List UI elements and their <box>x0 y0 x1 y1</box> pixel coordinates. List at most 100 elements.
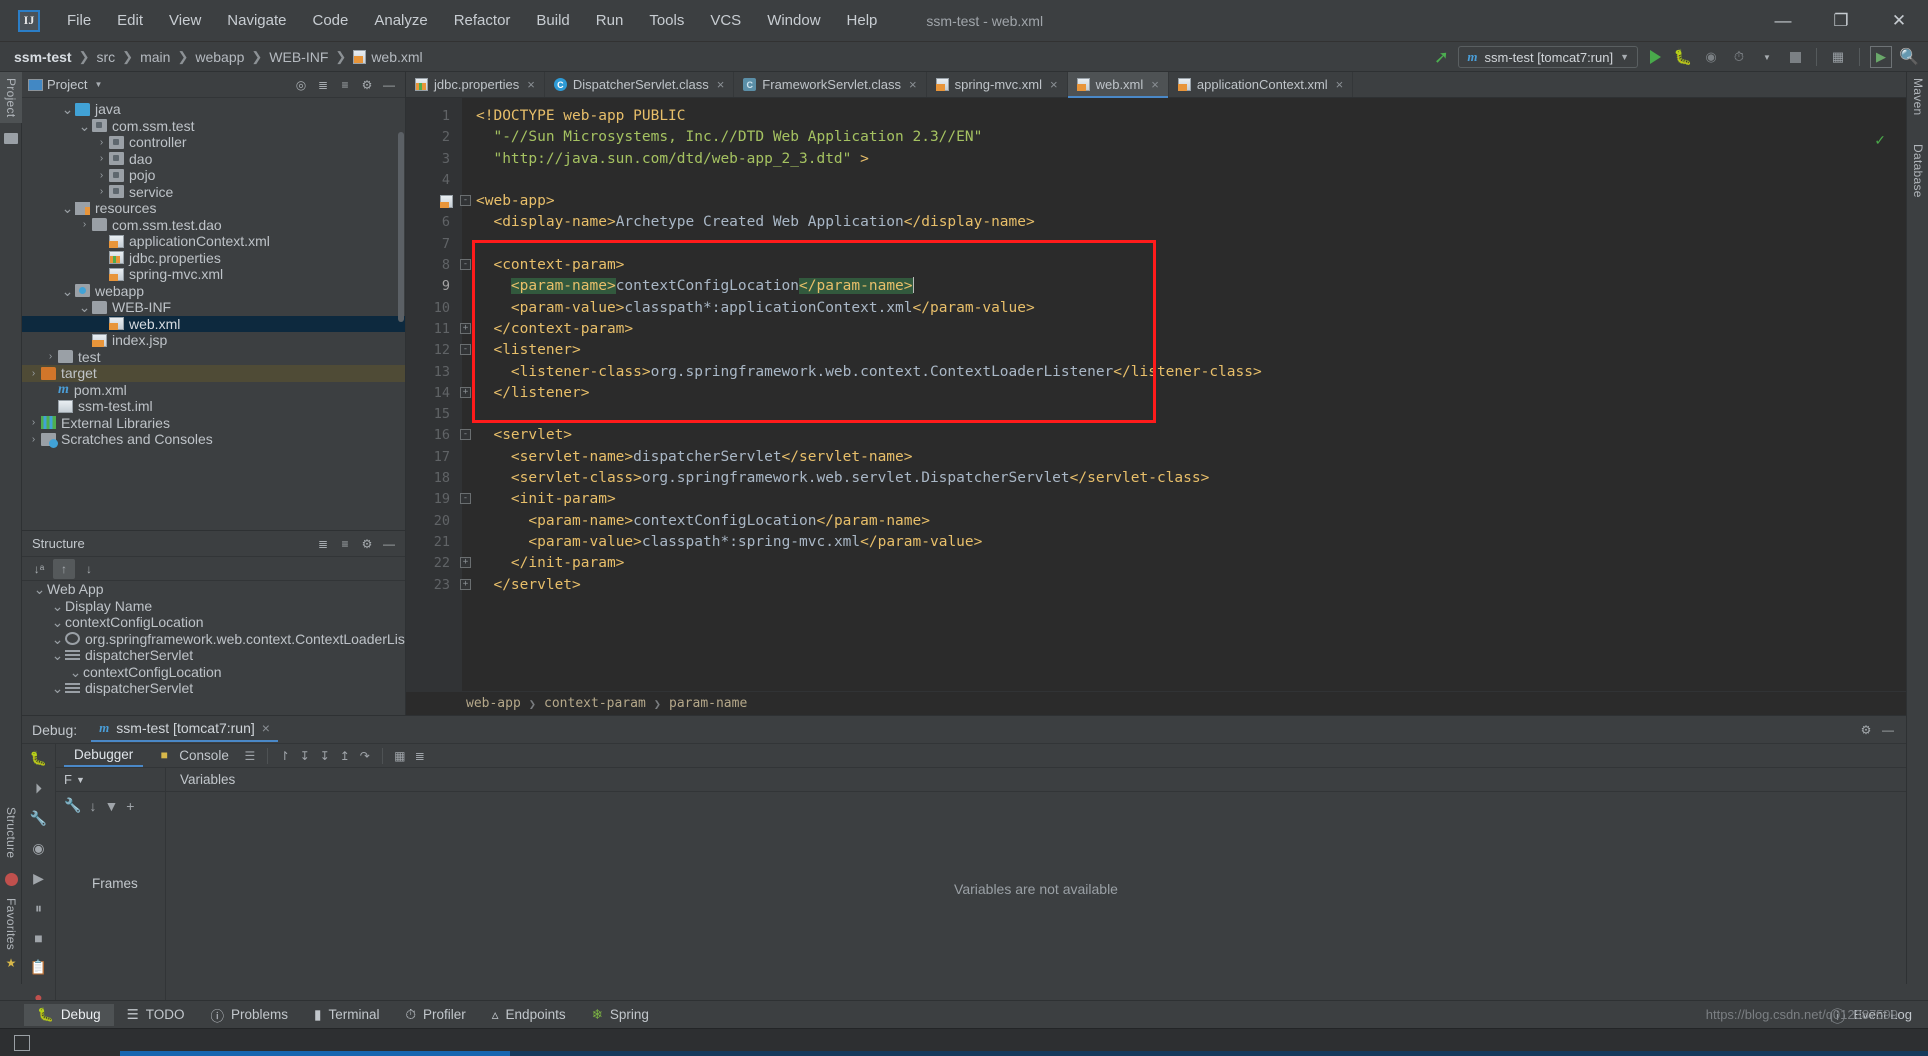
structure-tree-row[interactable]: ⌄ contextConfigLocation <box>22 614 405 631</box>
close-icon[interactable]: × <box>527 77 535 92</box>
menu-navigate[interactable]: Navigate <box>214 8 299 33</box>
step-over-icon[interactable]: ↾ <box>276 747 294 765</box>
code-editor[interactable]: ✓ 1 <!DOCTYPE web-app PUBLIC 2 "-//Sun Mic… <box>406 98 1906 715</box>
settings-icon[interactable]: ⚙ <box>357 75 377 95</box>
chevron-down-icon[interactable]: ⌄ <box>32 582 47 596</box>
project-tree-row[interactable]: spring-mvc.xml <box>22 266 405 283</box>
editor-breadcrumb-webapp[interactable]: web-app <box>466 696 521 711</box>
run-to-cursor-icon[interactable]: ↷ <box>356 747 374 765</box>
fold-toggle-icon[interactable]: + <box>460 322 471 334</box>
run-with-coverage-icon[interactable]: ◉ <box>1700 46 1722 68</box>
project-tree-row[interactable]: › controller <box>22 134 405 151</box>
chevron-down-icon[interactable]: ⌄ <box>50 599 65 613</box>
project-tree-scrollbar[interactable] <box>398 132 404 322</box>
status-item-endpoints[interactable]: ▵ Endpoints <box>479 1004 579 1026</box>
editor-tab-web-xml[interactable]: web.xml × <box>1067 72 1169 98</box>
expand-all-icon[interactable]: ≣ <box>313 534 333 554</box>
evaluate-icon[interactable]: ▦ <box>391 747 409 765</box>
chevron-down-icon[interactable]: ⌄ <box>60 102 75 116</box>
fold-toggle-icon[interactable]: + <box>460 386 471 398</box>
chevron-down-icon[interactable]: ⌄ <box>68 665 83 679</box>
chevron-right-icon[interactable]: › <box>94 137 109 148</box>
code-line[interactable]: 10 <param-value>classpath*:applicationCo… <box>406 298 1906 319</box>
status-item-terminal[interactable]: ▮ Terminal <box>301 1004 392 1026</box>
status-item-profiler[interactable]: ⏱ Profiler <box>392 1004 478 1026</box>
status-item-problems[interactable]: ⓘ Problems <box>197 1002 301 1028</box>
run-configuration-selector[interactable]: m ssm-test [tomcat7:run] ▼ <box>1458 46 1638 68</box>
editor-breadcrumb-paramname[interactable]: param-name <box>669 696 747 711</box>
chevron-right-icon[interactable]: › <box>94 170 109 181</box>
sort-alpha-icon[interactable]: ↓ᵃ <box>28 559 50 579</box>
chevron-down-icon[interactable]: ⌄ <box>60 284 75 298</box>
camera-icon[interactable]: ◉ <box>28 840 50 857</box>
collapse-all-icon[interactable]: ≡ <box>335 75 355 95</box>
stripe-item-structure[interactable]: Structure <box>0 801 22 864</box>
code-line[interactable]: 17 <servlet-name>dispatcherServlet</serv… <box>406 447 1906 468</box>
fold-toggle-icon[interactable]: - <box>460 429 471 441</box>
settings-icon[interactable]: ⚙ <box>357 534 377 554</box>
close-icon[interactable]: × <box>1050 77 1058 92</box>
fold-toggle-icon[interactable]: - <box>460 344 471 356</box>
run-icon[interactable] <box>1644 46 1666 68</box>
editor-tab-spring-mvc-xml[interactable]: spring-mvc.xml × <box>927 72 1068 97</box>
xml-descriptor-icon[interactable] <box>440 195 453 209</box>
tab-console[interactable]: ■ Console <box>145 744 239 767</box>
chevron-down-icon[interactable]: ⌄ <box>60 201 75 215</box>
breadcrumb-item-src[interactable]: src <box>93 48 120 66</box>
structure-tree-row[interactable]: ⌄ Web App <box>22 581 405 598</box>
code-line[interactable]: 19- <init-param> <box>406 489 1906 510</box>
editor-tab-frameworkservlet-class[interactable]: FrameworkServlet.class × <box>734 72 927 97</box>
project-tree-row[interactable]: › Scratches and Consoles <box>22 431 405 448</box>
code-line[interactable]: 14 + </listener> <box>406 383 1906 404</box>
bug-icon[interactable]: 🐛 <box>28 750 50 767</box>
code-line[interactable]: 13 <listener-class>org.springframework.w… <box>406 362 1906 383</box>
step-out-icon[interactable]: ↥ <box>336 747 354 765</box>
structure-tree-row[interactable]: ⌄ contextConfigLocation <box>22 664 405 681</box>
project-tree-row[interactable]: ssm-test.iml <box>22 398 405 415</box>
menu-help[interactable]: Help <box>834 8 891 33</box>
structure-tree-row[interactable]: ⌄ dispatcherServlet <box>22 647 405 664</box>
tab-debugger[interactable]: Debugger <box>64 745 144 767</box>
chevron-right-icon[interactable]: › <box>26 434 41 445</box>
project-tree-row[interactable]: m pom.xml <box>22 382 405 399</box>
breadcrumb-item-webinf[interactable]: WEB-INF <box>265 48 332 66</box>
code-line[interactable]: 6 <display-name>Archetype Created Web Ap… <box>406 212 1906 233</box>
code-line[interactable]: 20 <param-name>contextConfigLocation</pa… <box>406 511 1906 532</box>
structure-tree[interactable]: ⌄ Web App ⌄ Display Name ⌄ contextConfigLocat… <box>22 581 405 715</box>
chevron-right-icon[interactable]: › <box>43 351 58 362</box>
chevron-down-icon[interactable]: ▼ <box>76 775 85 785</box>
step-into-icon[interactable]: ↧ <box>296 747 314 765</box>
layout-icon[interactable]: ☰ <box>241 747 259 765</box>
status-item-debug[interactable]: 🐛 Debug <box>24 1003 114 1026</box>
chevron-down-icon[interactable]: ⌄ <box>50 681 65 695</box>
project-tree-row[interactable]: › test <box>22 349 405 366</box>
code-line[interactable]: 7 <box>406 234 1906 255</box>
minimize-button[interactable]: — <box>1754 0 1812 42</box>
chevron-down-icon[interactable]: ▼ <box>1620 52 1629 62</box>
taskview-icon[interactable] <box>14 1034 30 1051</box>
close-icon[interactable]: × <box>717 77 725 92</box>
menu-refactor[interactable]: Refactor <box>441 8 524 33</box>
code-line[interactable]: 9 <param-name>contextConfigLocation</par… <box>406 276 1906 297</box>
stripe-item-database[interactable]: Database <box>1907 138 1928 204</box>
profile-icon[interactable]: ⏱ <box>1728 46 1750 68</box>
chevron-right-icon[interactable]: › <box>94 186 109 197</box>
project-tree-row[interactable]: › pojo <box>22 167 405 184</box>
force-step-into-icon[interactable]: ↧ <box>316 747 334 765</box>
code-line[interactable]: 2 "-//Sun Microsystems, Inc.//DTD Web Ap… <box>406 127 1906 148</box>
structure-tree-row[interactable]: ⌄ Display Name <box>22 598 405 615</box>
terminal-icon[interactable]: ▶ <box>1870 46 1892 68</box>
copy-icon[interactable]: 📋 <box>28 959 50 976</box>
hide-icon[interactable]: — <box>1878 720 1898 740</box>
menu-view[interactable]: View <box>156 8 214 33</box>
collapse-all-icon[interactable]: ≡ <box>335 534 355 554</box>
project-tree-row[interactable]: ⌄ WEB-INF <box>22 299 405 316</box>
fold-toggle-icon[interactable]: + <box>460 557 471 569</box>
chevron-down-icon[interactable]: ⌄ <box>50 632 65 646</box>
resume-icon[interactable]: ⏵ <box>28 780 50 797</box>
stop-icon[interactable] <box>1784 46 1806 68</box>
project-tree-row[interactable]: › dao <box>22 151 405 168</box>
breadcrumb-item-project[interactable]: ssm-test <box>10 48 76 66</box>
editor-breadcrumb-contextparam[interactable]: context-param <box>544 696 646 711</box>
chevron-right-icon[interactable]: › <box>26 368 41 379</box>
